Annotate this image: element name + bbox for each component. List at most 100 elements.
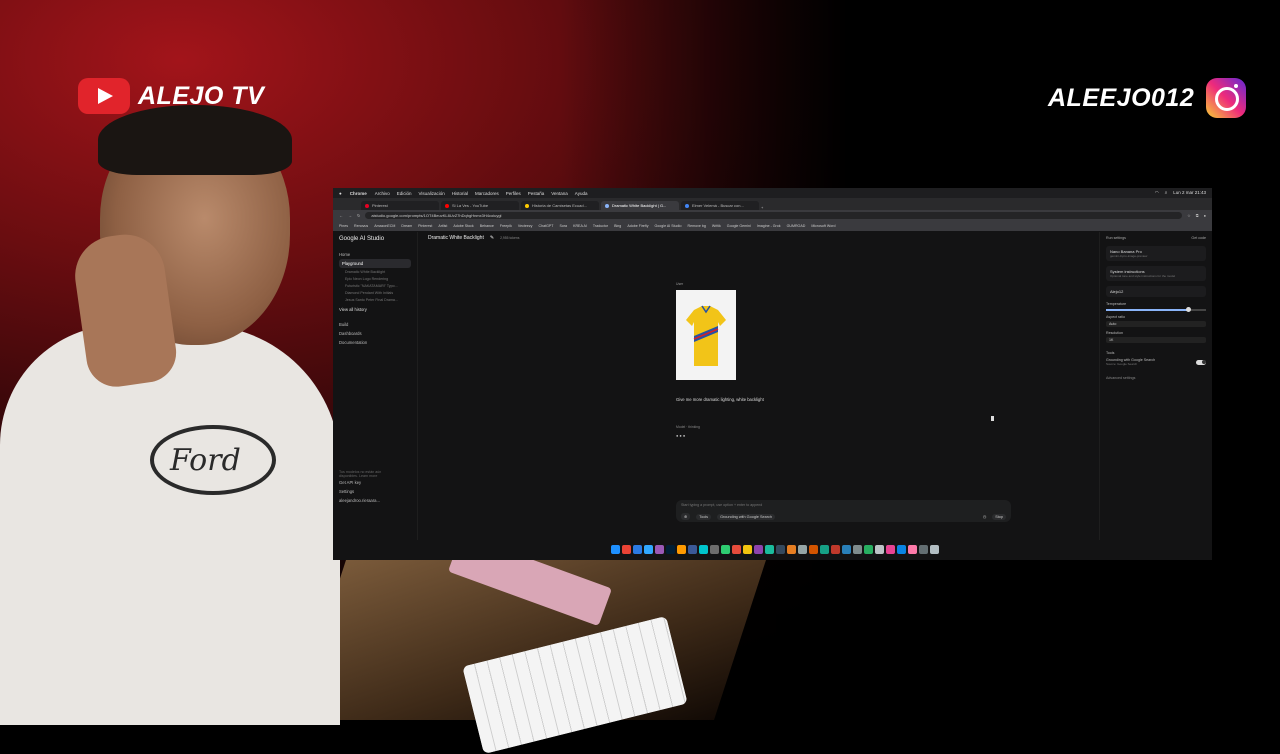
- studio-brand[interactable]: Google AI Studio: [339, 236, 411, 242]
- model-selector[interactable]: Nano Banana Pro gemini-3-pro-image-previ…: [1106, 246, 1206, 261]
- dock-app-icon[interactable]: [677, 544, 686, 554]
- menubar-clock[interactable]: Lun 2 mar 21:43: [1173, 190, 1206, 196]
- bookmark-item[interactable]: KREA AI: [573, 224, 587, 228]
- dock-app-icon[interactable]: [732, 544, 741, 554]
- dock-app-icon[interactable]: [644, 544, 653, 554]
- wifi-icon[interactable]: ◠: [1155, 190, 1159, 196]
- menubar-item[interactable]: Historial: [452, 191, 468, 196]
- menubar-item[interactable]: Marcadores: [475, 191, 499, 196]
- temperature-knob[interactable]: [1186, 307, 1191, 312]
- dock-app-icon[interactable]: [919, 544, 928, 554]
- bookmark-item[interactable]: Behance: [480, 224, 494, 228]
- bookmark-item[interactable]: AmazonECM: [374, 224, 395, 228]
- dock-app-icon[interactable]: [754, 544, 763, 554]
- bookmark-item[interactable]: Writik: [712, 224, 721, 228]
- advanced-settings[interactable]: Advanced settings: [1106, 376, 1206, 380]
- chat-title[interactable]: Dramatic White Backlight: [428, 235, 484, 241]
- nav-dashboards[interactable]: Dashboards: [339, 329, 411, 338]
- history-item[interactable]: Dramatic White Backlight: [339, 268, 411, 275]
- account-email[interactable]: aleejandroo.rieraara...: [339, 496, 399, 505]
- bookmark-item[interactable]: Artlist: [438, 224, 447, 228]
- resolution-select[interactable]: 1K: [1106, 337, 1206, 343]
- dock-app-icon[interactable]: [655, 544, 664, 554]
- dock-app-icon[interactable]: [721, 544, 730, 554]
- grounding-toggle[interactable]: [1196, 359, 1206, 365]
- nav-documentation[interactable]: Documentation: [339, 338, 411, 347]
- dock-app-icon[interactable]: [820, 544, 829, 554]
- bookmark-item[interactable]: Pines: [339, 224, 348, 228]
- dock-app-icon[interactable]: [798, 544, 807, 554]
- dock-app-icon[interactable]: [908, 544, 917, 554]
- browser-tab[interactable]: Historia de Camisetas Ecuad...: [521, 201, 599, 210]
- edit-icon[interactable]: ✎: [490, 235, 494, 241]
- menubar-item[interactable]: Edición: [397, 191, 412, 196]
- url-field[interactable]: aistudio.google.com/prompts/1OT4BeuvKL8U…: [365, 212, 1183, 219]
- bookmark-item[interactable]: ChatGPT: [538, 224, 553, 228]
- stop-button[interactable]: Stop: [992, 513, 1006, 520]
- bookmark-item[interactable]: Microsoft Word: [811, 224, 835, 228]
- dock-app-icon[interactable]: [611, 544, 620, 554]
- dock-app-icon[interactable]: [688, 544, 697, 554]
- star-icon[interactable]: ☆: [1187, 213, 1191, 218]
- bookmark-item[interactable]: Adobe Firefly: [627, 224, 648, 228]
- dock-app-icon[interactable]: [831, 544, 840, 554]
- uploaded-image[interactable]: [676, 290, 736, 380]
- profile-icon[interactable]: ●: [1204, 213, 1206, 218]
- aspect-select[interactable]: Auto: [1106, 321, 1206, 327]
- browser-tab[interactable]: Dramatic White Backlight | G...: [601, 201, 679, 210]
- nav-build[interactable]: Build: [339, 320, 411, 329]
- nav-home[interactable]: Home: [339, 250, 411, 259]
- back-icon[interactable]: ←: [339, 213, 343, 218]
- apple-icon[interactable]: ●: [339, 191, 342, 196]
- menubar-item[interactable]: Visualización: [419, 191, 445, 196]
- menubar-app[interactable]: Chrome: [350, 191, 367, 196]
- dock-app-icon[interactable]: [809, 544, 818, 554]
- bookmark-item[interactable]: Traductor: [593, 224, 608, 228]
- dock-app-icon[interactable]: [776, 544, 785, 554]
- settings-link[interactable]: Settings: [339, 487, 399, 496]
- bookmark-item[interactable]: Bing: [614, 224, 621, 228]
- browser-tab[interactable]: Si La Ves - YouTube: [441, 201, 519, 210]
- dock-app-icon[interactable]: [853, 544, 862, 554]
- bookmark-item[interactable]: Dream: [401, 224, 412, 228]
- bookmark-item[interactable]: Renovus: [354, 224, 368, 228]
- dock-app-icon[interactable]: [699, 544, 708, 554]
- dock-app-icon[interactable]: [765, 544, 774, 554]
- forward-icon[interactable]: →: [348, 213, 352, 218]
- temperature-slider[interactable]: [1106, 307, 1206, 312]
- menubar-item[interactable]: Archivo: [375, 191, 390, 196]
- profile-card[interactable]: Alejo12: [1106, 286, 1206, 297]
- browser-tab[interactable]: Elmer Velemá - Buscar con...: [681, 201, 759, 210]
- system-instructions[interactable]: System instructions Optional tone and st…: [1106, 266, 1206, 281]
- dock-app-icon[interactable]: [886, 544, 895, 554]
- dock-app-icon[interactable]: [666, 544, 675, 554]
- bookmark-item[interactable]: Remove bg: [687, 224, 705, 228]
- bookmark-item[interactable]: Vecteezy: [518, 224, 533, 228]
- dock-app-icon[interactable]: [743, 544, 752, 554]
- dock-app-icon[interactable]: [787, 544, 796, 554]
- bookmark-item[interactable]: Sora: [559, 224, 567, 228]
- bookmark-item[interactable]: GUMROAD: [787, 224, 806, 228]
- dock-app-icon[interactable]: [875, 544, 884, 554]
- menubar-item[interactable]: Pestaña: [528, 191, 545, 196]
- bookmark-item[interactable]: Freepik: [500, 224, 512, 228]
- dock-app-icon[interactable]: [864, 544, 873, 554]
- menubar-item[interactable]: Perfiles: [506, 191, 521, 196]
- add-icon[interactable]: ⊕: [681, 513, 691, 520]
- new-tab-icon[interactable]: +: [761, 205, 763, 210]
- history-item[interactable]: Diamond Pendant With Initials: [339, 289, 411, 296]
- prompt-composer[interactable]: Start typing a prompt, use option + ente…: [676, 500, 1011, 522]
- tools-button[interactable]: Tools: [696, 513, 712, 520]
- composer-placeholder[interactable]: Start typing a prompt, use option + ente…: [681, 503, 1006, 507]
- view-all-history[interactable]: View all history: [339, 305, 411, 314]
- grounding-chip[interactable]: Grounding with Google Search: [717, 513, 775, 520]
- bookmark-item[interactable]: Pinterest: [418, 224, 432, 228]
- dock-app-icon[interactable]: [633, 544, 642, 554]
- menubar-item[interactable]: Ventana: [551, 191, 568, 196]
- browser-tab[interactable]: Pinterest: [361, 201, 439, 210]
- reload-icon[interactable]: ↻: [357, 213, 360, 218]
- dock-app-icon[interactable]: [710, 544, 719, 554]
- dock-app-icon[interactable]: [622, 544, 631, 554]
- nav-playground[interactable]: Playground: [339, 259, 411, 268]
- dock-app-icon[interactable]: [930, 544, 939, 554]
